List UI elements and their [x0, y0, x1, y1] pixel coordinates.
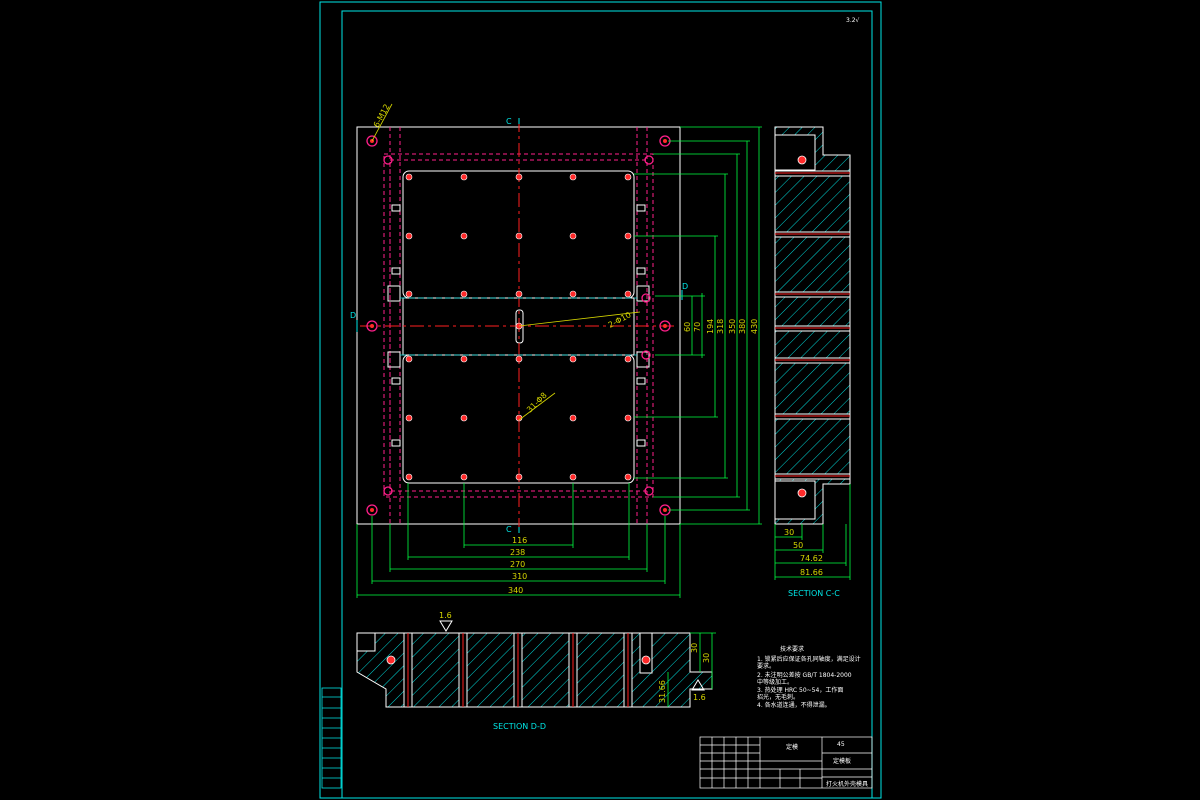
section-cc-title: SECTION C-C — [788, 589, 840, 598]
note-line-6: 招光，无毛刺。 — [757, 693, 799, 701]
water-hole — [624, 290, 632, 298]
section-mark-d-left: D — [350, 311, 356, 320]
cad-drawing: 3.2√ C C D D 6-M12 2-Φ10 31-Φ8 116 238 2… — [319, 1, 882, 799]
corner-roughness-mark: 3.2√ — [846, 17, 860, 24]
water-hole — [569, 414, 577, 422]
water-hole — [515, 232, 523, 240]
callout-grid-holes: 31-Φ8 — [525, 391, 549, 415]
margin-table — [321, 687, 342, 789]
dim-right-7: 430 — [750, 319, 759, 334]
title-block-material: 45 — [837, 741, 845, 748]
title-block-part: 定模 — [786, 743, 798, 751]
water-hole — [569, 173, 577, 181]
note-line-5: 3. 热处理 HRC 50~54，工作面 — [757, 686, 843, 694]
dim-right-2: 70 — [693, 322, 702, 332]
water-hole — [460, 290, 468, 298]
water-hole — [624, 355, 632, 363]
notes-title: 技术要求 — [780, 645, 804, 653]
water-hole — [460, 355, 468, 363]
section-mark-d-right: D — [682, 282, 688, 291]
note-line-1: 1. 锁紧后应保证各孔同轴度，满足设计 — [757, 655, 861, 663]
water-hole — [569, 232, 577, 240]
dim-bottom-5: 340 — [508, 586, 523, 595]
section-dd: 1.6 1.6 30 30 31.66 SECTION D-D — [356, 611, 716, 731]
water-hole — [624, 232, 632, 240]
note-line-2: 要求。 — [757, 662, 775, 670]
water-hole — [569, 290, 577, 298]
dim-dd-2: 30 — [702, 653, 711, 663]
roughness-top: 1.6 — [439, 611, 452, 620]
technical-notes: 技术要求 1. 锁紧后应保证各孔同轴度，满足设计 要求。 2. 未注明公差按 G… — [757, 645, 861, 709]
water-hole — [405, 355, 413, 363]
water-hole — [405, 473, 413, 481]
water-hole — [515, 355, 523, 363]
section-mark-c-top: C — [506, 117, 512, 126]
water-hole — [405, 414, 413, 422]
water-hole — [624, 414, 632, 422]
water-hole — [460, 414, 468, 422]
dim-right-3: 194 — [706, 319, 715, 334]
section-dd-title: SECTION D-D — [493, 722, 546, 731]
water-hole — [405, 232, 413, 240]
callout-center-holes: 2-Φ10 — [607, 310, 633, 329]
water-hole — [460, 232, 468, 240]
title-block-drawing-title: 打火机外壳模具 — [826, 780, 868, 788]
dim-right-5: 350 — [728, 319, 737, 334]
section-mark-c-bottom: C — [506, 525, 512, 534]
dim-cc-1: 30 — [784, 528, 794, 537]
water-hole — [460, 473, 468, 481]
water-hole — [460, 173, 468, 181]
water-hole — [515, 473, 523, 481]
dim-right-1: 60 — [683, 322, 692, 332]
dim-bottom-3: 270 — [510, 560, 525, 569]
roughness-right: 1.6 — [693, 693, 706, 702]
water-hole — [569, 355, 577, 363]
title-block-name: 定模板 — [833, 757, 851, 765]
note-line-4: 中等级加工。 — [757, 678, 793, 686]
dim-dd-3: 31.66 — [658, 680, 667, 703]
water-hole — [515, 290, 523, 298]
water-hole — [624, 473, 632, 481]
section-cc: 30 50 74.62 81.66 SECTION C-C — [774, 126, 851, 598]
water-hole — [405, 290, 413, 298]
water-hole — [569, 473, 577, 481]
dim-dd-1: 30 — [690, 643, 699, 653]
water-hole — [405, 173, 413, 181]
dim-right-6: 380 — [738, 319, 747, 334]
dim-bottom-4: 310 — [512, 572, 527, 581]
note-line-3: 2. 未注明公差按 GB/T 1804-2000 — [757, 671, 852, 679]
dim-cc-3: 74.62 — [800, 554, 823, 563]
note-line-7: 4. 各水道连通，不得泄漏。 — [757, 701, 831, 709]
plan-view: C C D D 6-M12 2-Φ10 31-Φ8 116 238 270 31… — [350, 103, 762, 598]
dim-bottom-2: 238 — [510, 548, 525, 557]
dim-cc-2: 50 — [793, 541, 803, 550]
callout-corner-holes: 6-M12 — [372, 103, 392, 129]
water-hole — [624, 173, 632, 181]
dim-bottom-1: 116 — [512, 536, 527, 545]
water-hole — [515, 173, 523, 181]
dim-cc-4: 81.66 — [800, 568, 823, 577]
dim-right-4: 318 — [716, 319, 725, 334]
